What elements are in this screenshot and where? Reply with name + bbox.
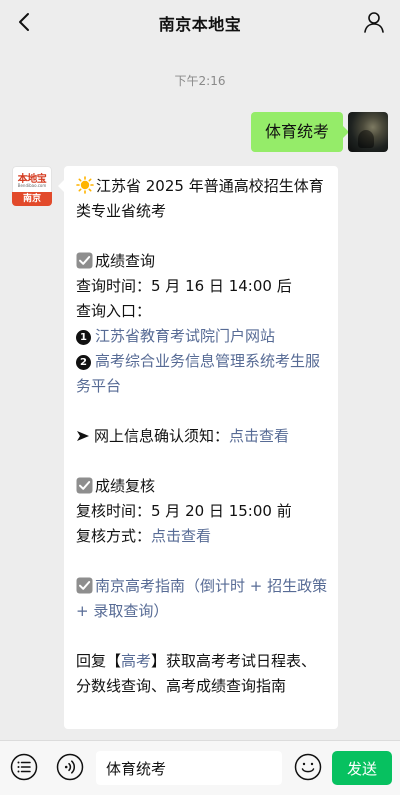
nanjing-gaokao-guide-link[interactable]: 南京高考指南（倒计时 + 招生政策 + 录取查询） <box>76 577 327 620</box>
message-timestamp: 下午2:16 <box>174 74 226 88</box>
score-query-entry-label: 查询入口： <box>76 302 152 320</box>
logo-city-band: 南京 <box>12 192 52 206</box>
score-query-heading: 成绩查询 <box>76 249 328 274</box>
back-button[interactable] <box>10 8 38 36</box>
profile-button[interactable] <box>360 8 388 36</box>
logo-url-text: Bendibao.com <box>17 183 47 188</box>
review-time: 复核时间：5 月 20 日 15:00 前 <box>76 502 292 520</box>
number-2-icon: 2 <box>76 355 91 370</box>
menu-list-icon <box>10 753 38 781</box>
arrowhead-icon <box>77 431 89 441</box>
candidate-service-platform-link[interactable]: 高考综合业务信息管理系统考生服务平台 <box>76 352 320 395</box>
emoji-button[interactable] <box>294 753 322 781</box>
entry-2-line: 2 高考综合业务信息管理系统考生服务平台 <box>76 349 328 399</box>
message-input-field[interactable] <box>96 751 282 785</box>
intro-text: 江苏省 2025 年普通高校招生体育类专业省统考 <box>76 177 324 220</box>
check-box-icon <box>76 252 93 269</box>
review-heading: 成绩复核 <box>76 474 328 499</box>
person-icon <box>364 12 384 33</box>
voice-input-button[interactable] <box>56 753 84 781</box>
score-query-time: 查询时间：5 月 16 日 14:00 后 <box>76 277 292 295</box>
message-input-bar: 发送 <box>0 740 400 795</box>
menu-button[interactable] <box>10 753 38 781</box>
entry-1-line: 1 江苏省教育考试院门户网站 <box>76 324 328 349</box>
reply-instruction: 回复【高考】获取高考考试日程表、分数线查询、高考成绩查询指南 <box>76 649 328 699</box>
intro-line: 江苏省 2025 年普通高校招生体育类专业省统考 <box>76 174 328 224</box>
check-box-icon <box>76 577 93 594</box>
notice-view-link[interactable]: 点击查看 <box>229 427 289 445</box>
review-method-line: 复核方式：点击查看 <box>76 524 328 549</box>
user-avatar[interactable] <box>348 112 388 152</box>
review-method-prefix: 复核方式： <box>76 527 152 545</box>
reply-keyword-link[interactable]: 高考 <box>121 652 151 670</box>
review-method-link[interactable]: 点击查看 <box>151 527 211 545</box>
account-logo-avatar[interactable]: 本地宝 Bendibao.com 南京 <box>12 166 52 206</box>
notice-prefix: 网上信息确认须知： <box>94 427 230 445</box>
chevron-left-icon <box>19 13 29 31</box>
guide-line: 南京高考指南（倒计时 + 招生政策 + 录取查询） <box>76 574 328 624</box>
review-title: 成绩复核 <box>95 477 156 495</box>
score-query-title: 成绩查询 <box>95 252 156 270</box>
incoming-message-bubble: 江苏省 2025 年普通高校招生体育类专业省统考 成绩查询 查询时间：5 月 1… <box>58 166 338 729</box>
check-box-icon <box>76 477 93 494</box>
outgoing-message-bubble[interactable]: 体育统考 <box>250 112 350 152</box>
top-navigation-bar: 南京本地宝 <box>0 0 400 44</box>
exam-institute-portal-link[interactable]: 江苏省教育考试院门户网站 <box>95 327 275 345</box>
emoji-icon <box>294 753 322 781</box>
sun-icon <box>76 176 94 194</box>
send-button[interactable]: 发送 <box>332 751 392 785</box>
number-1-icon: 1 <box>76 330 91 345</box>
online-confirmation-notice: 网上信息确认须知：点击查看 <box>76 424 328 449</box>
reply-prefix: 回复【 <box>76 652 122 670</box>
chat-title: 南京本地宝 <box>158 15 242 34</box>
voice-icon <box>56 753 84 781</box>
